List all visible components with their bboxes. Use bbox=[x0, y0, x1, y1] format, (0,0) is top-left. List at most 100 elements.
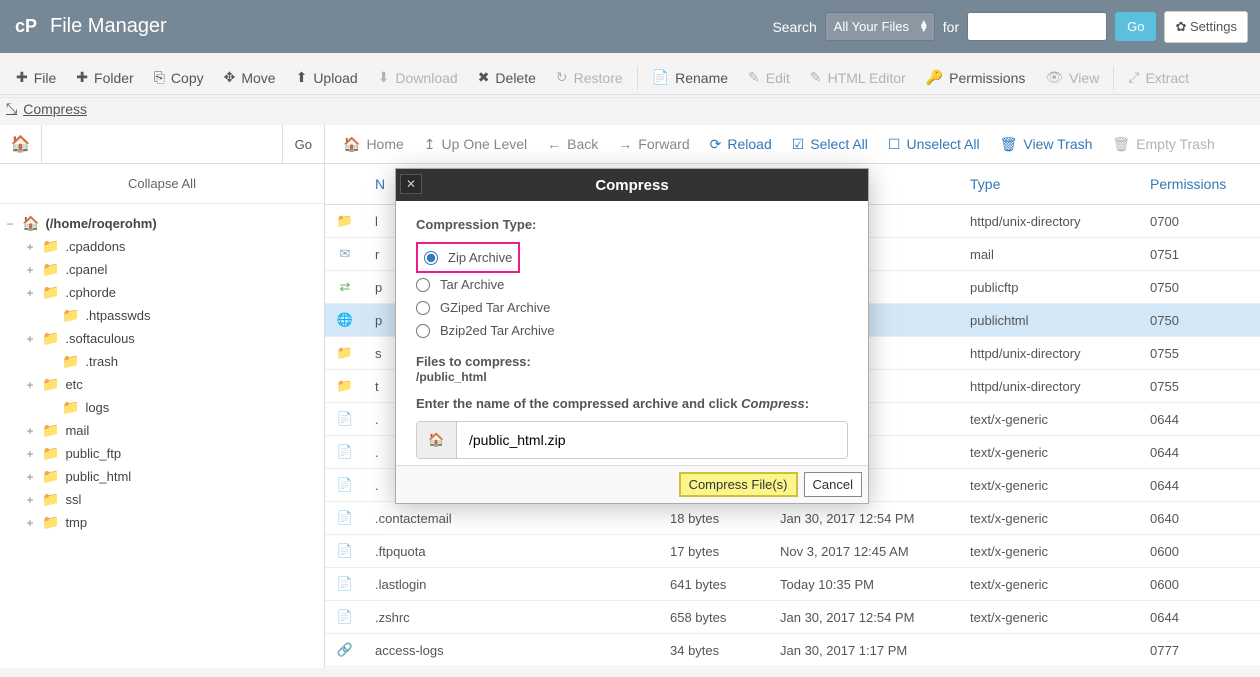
reload-button[interactable]: ⟳Reload bbox=[700, 126, 782, 163]
for-label: for bbox=[943, 19, 959, 35]
plus-icon[interactable]: + bbox=[24, 424, 36, 438]
download-button[interactable]: ⬇Download bbox=[368, 61, 468, 94]
zip-archive-option[interactable]: Zip Archive bbox=[424, 246, 512, 269]
tree-node[interactable]: +📁ssl bbox=[4, 488, 320, 511]
table-row[interactable]: 🌐www11 bytesJan 30, 2017 12:54 PMpublich… bbox=[325, 667, 1260, 669]
app-logo: cP File Manager bbox=[12, 13, 167, 41]
move-button[interactable]: ✥Move bbox=[214, 61, 286, 94]
view-trash-button[interactable]: 🗑View Trash bbox=[990, 126, 1103, 163]
tar-radio[interactable] bbox=[416, 278, 430, 292]
archive-name-input[interactable] bbox=[457, 422, 847, 458]
table-row[interactable]: 📄.lastlogin641 bytesToday 10:35 PMtext/x… bbox=[325, 568, 1260, 601]
zip-radio[interactable] bbox=[424, 251, 438, 265]
rename-icon: 📄 bbox=[652, 69, 669, 86]
tree-node[interactable]: +📁public_ftp bbox=[4, 442, 320, 465]
tree-node[interactable]: 📁.htpasswds bbox=[4, 304, 320, 327]
delete-button[interactable]: ✖Delete bbox=[468, 61, 546, 94]
search-go-button[interactable]: Go bbox=[1115, 12, 1156, 41]
search-scope-select[interactable]: All Your Files bbox=[825, 12, 935, 41]
upload-button[interactable]: ⬆Upload bbox=[286, 61, 368, 94]
plus-icon[interactable]: + bbox=[24, 378, 36, 392]
extract-button[interactable]: ⤢Extract bbox=[1118, 61, 1199, 94]
plus-icon[interactable]: + bbox=[24, 447, 36, 461]
tree-node[interactable]: +📁.cpanel bbox=[4, 258, 320, 281]
up-one-level-button[interactable]: ↥Up One Level bbox=[414, 126, 537, 163]
close-icon: ✕ bbox=[406, 177, 416, 191]
plus-icon[interactable]: + bbox=[24, 286, 36, 300]
label: Select All bbox=[810, 136, 868, 152]
table-row[interactable]: 📄.contactemail18 bytesJan 30, 2017 12:54… bbox=[325, 502, 1260, 535]
tree-node-label: mail bbox=[65, 423, 89, 438]
tar-archive-option[interactable]: Tar Archive bbox=[416, 273, 848, 296]
tree-node[interactable]: +📁etc bbox=[4, 373, 320, 396]
gziped-archive-option[interactable]: GZiped Tar Archive bbox=[416, 296, 848, 319]
restore-button[interactable]: ↻Restore bbox=[546, 61, 633, 94]
row-icon-cell: 📄 bbox=[325, 568, 365, 601]
file-button[interactable]: ✚File bbox=[6, 61, 66, 94]
path-go-button[interactable]: Go bbox=[282, 125, 324, 163]
tree-node[interactable]: 📁.trash bbox=[4, 350, 320, 373]
table-row[interactable]: 📄.ftpquota17 bytesNov 3, 2017 12:45 AMte… bbox=[325, 535, 1260, 568]
minus-icon[interactable]: − bbox=[4, 217, 16, 231]
plus-icon[interactable]: + bbox=[24, 516, 36, 530]
tree-node[interactable]: +📁.softaculous bbox=[4, 327, 320, 350]
dialog-titlebar[interactable]: ✕ Compress bbox=[396, 169, 868, 201]
rename-button[interactable]: 📄Rename bbox=[642, 61, 738, 94]
copy-button[interactable]: ⎘Copy bbox=[144, 61, 214, 94]
tree-node[interactable]: 📁logs bbox=[4, 396, 320, 419]
search-input[interactable] bbox=[967, 12, 1107, 41]
close-button[interactable]: ✕ bbox=[400, 174, 422, 194]
edit-button[interactable]: ✎Edit bbox=[738, 61, 800, 94]
plus-icon[interactable]: + bbox=[24, 493, 36, 507]
tree-node[interactable]: +📁tmp bbox=[4, 511, 320, 534]
row-icon-cell: 📄 bbox=[325, 436, 365, 469]
permissions-button[interactable]: 🔑Permissions bbox=[916, 61, 1036, 94]
collapse-all-button[interactable]: Collapse All bbox=[0, 164, 324, 204]
tree-node[interactable]: +📁public_html bbox=[4, 465, 320, 488]
row-modified: Jan 30, 2017 1:17 PM bbox=[770, 634, 960, 667]
row-icon-cell: ⇄ bbox=[325, 271, 365, 304]
html-editor-button[interactable]: ✎HTML Editor bbox=[800, 61, 916, 94]
tree-node[interactable]: +📁mail bbox=[4, 419, 320, 442]
tree-node-label: .cpanel bbox=[65, 262, 107, 277]
forward-button[interactable]: →Forward bbox=[608, 126, 699, 162]
settings-button[interactable]: ✿ Settings bbox=[1164, 11, 1248, 43]
compress-files-button[interactable]: Compress File(s) bbox=[679, 472, 798, 497]
path-input[interactable] bbox=[42, 129, 282, 160]
restore-icon: ↻ bbox=[556, 69, 568, 86]
plus-icon[interactable]: + bbox=[24, 332, 36, 346]
tree-node-label: ssl bbox=[65, 492, 81, 507]
plus-icon: ✚ bbox=[16, 69, 28, 86]
select-all-button[interactable]: ☑Select All bbox=[782, 126, 878, 163]
table-row[interactable]: 📄.zshrc658 bytesJan 30, 2017 12:54 PMtex… bbox=[325, 601, 1260, 634]
bz2-radio[interactable] bbox=[416, 324, 430, 338]
plus-icon[interactable]: + bbox=[24, 263, 36, 277]
back-button[interactable]: ←Back bbox=[537, 126, 608, 162]
unselect-all-button[interactable]: ☐Unselect All bbox=[878, 126, 990, 163]
col-permissions[interactable]: Permissions bbox=[1140, 164, 1260, 205]
folder-tree: − 🏠 (/home/roqerohm) +📁.cpaddons+📁.cpane… bbox=[0, 204, 324, 542]
path-area: 🏠 Go bbox=[0, 125, 325, 163]
tree-node[interactable]: +📁.cphorde bbox=[4, 281, 320, 304]
label: Back bbox=[567, 136, 598, 152]
up-icon: ↥ bbox=[424, 136, 436, 153]
globe-icon: 🌐 bbox=[337, 312, 353, 327]
empty-trash-button[interactable]: 🗑Empty Trash bbox=[1102, 126, 1224, 163]
folder-button[interactable]: ✚Folder bbox=[66, 61, 143, 94]
home-nav-button[interactable]: 🏠Home bbox=[333, 126, 414, 163]
gz-radio[interactable] bbox=[416, 301, 430, 315]
compress-button[interactable]: ⤡Compress bbox=[6, 100, 87, 117]
row-permissions: 0750 bbox=[1140, 304, 1260, 337]
plus-icon[interactable]: + bbox=[24, 240, 36, 254]
table-row[interactable]: 🔗access-logs34 bytesJan 30, 2017 1:17 PM… bbox=[325, 634, 1260, 667]
row-size: 11 bytes bbox=[660, 667, 770, 669]
view-button[interactable]: 👁View bbox=[1035, 61, 1109, 94]
tree-root-node[interactable]: − 🏠 (/home/roqerohm) bbox=[4, 212, 320, 235]
navigate-home-button[interactable]: 🏠 bbox=[0, 125, 42, 163]
tree-node[interactable]: +📁.cpaddons bbox=[4, 235, 320, 258]
plus-icon[interactable]: + bbox=[24, 470, 36, 484]
bzip2-archive-option[interactable]: Bzip2ed Tar Archive bbox=[416, 319, 848, 342]
label: Forward bbox=[638, 136, 689, 152]
col-type[interactable]: Type bbox=[960, 164, 1140, 205]
cancel-button[interactable]: Cancel bbox=[804, 472, 862, 497]
